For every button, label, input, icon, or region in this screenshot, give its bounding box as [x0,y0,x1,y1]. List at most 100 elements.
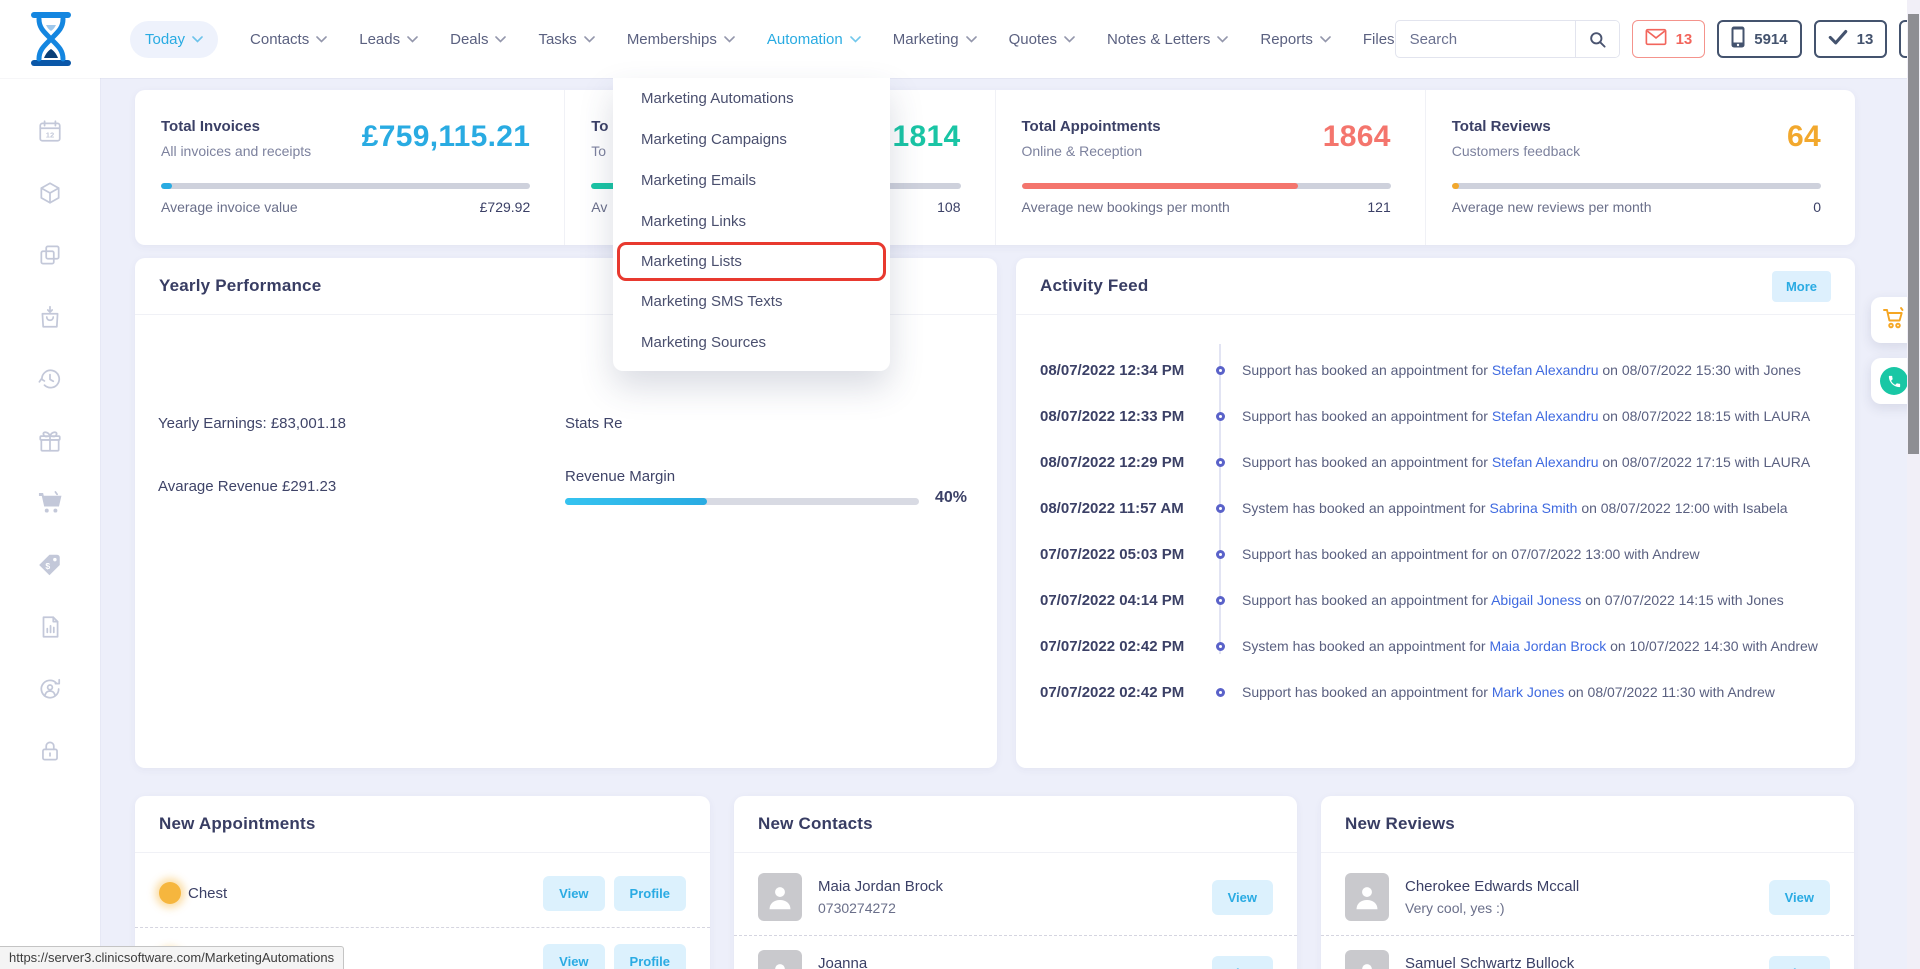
nav-item-automation[interactable]: Automation [767,31,861,48]
feed-contact-link[interactable]: Abigail Joness [1491,592,1581,608]
person-name: Joanna [818,955,911,969]
package-icon[interactable] [37,180,63,206]
feed-contact-link[interactable]: Sabrina Smith [1489,500,1577,516]
appointment-label: Chest [188,885,227,902]
search-icon[interactable] [1575,21,1619,57]
status-bar-url: https://server3.clinicsoftware.com/Marke… [0,946,344,969]
new-contacts-title: New Contacts [758,814,873,834]
view-button[interactable]: View [1212,956,1273,969]
bag-icon[interactable] [37,304,63,330]
nav-item-reports[interactable]: Reports [1260,31,1331,48]
dropdown-item-marketing-sources[interactable]: Marketing Sources [613,322,890,363]
dropdown-item-marketing-links[interactable]: Marketing Links [613,201,890,242]
feed-entry: 08/07/2022 11:57 AMSystem has booked an … [1016,485,1855,531]
feed-timestamp: 08/07/2022 11:57 AM [1040,500,1198,517]
nav-item-notes-letters[interactable]: Notes & Letters [1107,31,1228,48]
view-button[interactable]: View [1212,880,1273,915]
profile-button[interactable]: Profile [614,944,686,969]
report-icon[interactable] [37,614,63,640]
feed-contact-link[interactable]: Maia Jordan Brock [1489,638,1606,654]
cart-icon [1881,306,1907,335]
tag-icon[interactable]: $ [37,552,63,578]
nav-label: Files [1363,31,1395,48]
copy-icon[interactable] [37,242,63,268]
stat-progress-fill [1452,183,1459,189]
calendar-icon[interactable]: 12 [37,118,63,144]
dropdown-item-marketing-lists[interactable]: Marketing Lists [617,242,886,281]
new-appointments-card: New Appointments ChestViewProfileBotox 1… [135,796,710,969]
feed-timestamp: 08/07/2022 12:33 PM [1040,408,1198,425]
person-name: Maia Jordan Brock [818,878,943,895]
dropdown-item-marketing-sms-texts[interactable]: Marketing SMS Texts [613,281,890,322]
stat-progress-fill [161,183,172,189]
phone-badge[interactable]: 5914 [1717,20,1801,58]
mobile-phone-icon [1731,26,1745,52]
nav-item-marketing[interactable]: Marketing [893,31,977,48]
app-logo-hourglass-icon[interactable] [28,11,74,67]
dropdown-item-marketing-automations[interactable]: Marketing Automations [613,78,890,119]
lock-icon[interactable] [37,738,63,764]
revenue-margin-label: Revenue Margin [565,468,675,485]
avatar [1345,873,1389,921]
new-contacts-card: New Contacts Maia Jordan Brock0730274272… [734,796,1297,969]
svg-text:$: $ [45,561,50,571]
stat-subtitle: To [591,143,608,159]
more-button[interactable]: More [1772,271,1831,302]
new-reviews-title: New Reviews [1345,814,1455,834]
feed-contact-link[interactable]: Stefan Alexandru [1492,408,1599,424]
feed-text: Support has booked an appointment for on… [1242,546,1837,562]
mail-count: 13 [1676,31,1693,48]
stat-footer: Average invoice value£729.92 [161,199,530,215]
view-button[interactable]: View [543,944,604,969]
chevron-down-icon [192,36,203,43]
chevron-down-icon [850,36,861,43]
chevron-down-icon [316,36,327,43]
stat-card: Total InvoicesAll invoices and receipts£… [135,90,564,245]
scrollbar-thumb[interactable] [1908,14,1919,454]
search-input[interactable] [1396,31,1575,48]
yearly-earnings: Yearly Earnings: £83,001.18 [158,415,346,432]
stat-footer-label: Average invoice value [161,199,298,215]
history-icon[interactable] [37,366,63,392]
nav-item-files[interactable]: Files [1363,31,1395,48]
profile-button[interactable]: Profile [614,876,686,911]
appointment-row: Chest View Profile [135,859,710,927]
feed-marker-icon [1216,412,1225,421]
nav-label: Quotes [1009,31,1057,48]
view-button[interactable]: View [1769,956,1830,969]
cart-icon[interactable] [37,490,63,516]
gift-icon[interactable] [37,428,63,454]
nav-item-leads[interactable]: Leads [359,31,418,48]
avatar [758,873,802,921]
tasks-count: 13 [1857,31,1874,48]
feed-text: Support has booked an appointment for St… [1242,362,1837,378]
nav-item-deals[interactable]: Deals [450,31,506,48]
feed-text: Support has booked an appointment for Ab… [1242,592,1837,608]
feed-text: Support has booked an appointment for St… [1242,454,1837,470]
view-button[interactable]: View [543,876,604,911]
dropdown-item-marketing-emails[interactable]: Marketing Emails [613,160,890,201]
nav-item-tasks[interactable]: Tasks [538,31,594,48]
nav-item-today[interactable]: Today [130,21,218,58]
feed-marker-icon [1216,688,1225,697]
feed-contact-link[interactable]: Stefan Alexandru [1492,454,1599,470]
feed-contact-link[interactable]: Mark Jones [1492,684,1564,700]
tasks-badge[interactable]: 13 [1814,20,1888,58]
list-item: Cherokee Edwards MccallVery cool, yes :)… [1321,859,1854,935]
stat-value: 1864 [1323,120,1391,154]
topbar: Today Contacts Leads Deals Tasks Memberships A… [0,0,1920,78]
view-button[interactable]: View [1769,880,1830,915]
mail-badge[interactable]: 13 [1632,20,1706,58]
nav-item-quotes[interactable]: Quotes [1009,31,1075,48]
person-name: Cherokee Edwards Mccall [1405,878,1579,895]
nav-item-contacts[interactable]: Contacts [250,31,327,48]
account-icon[interactable] [37,676,63,702]
sidebar: 12 $ [0,78,100,969]
feed-contact-link[interactable]: Stefan Alexandru [1492,362,1599,378]
nav-item-memberships[interactable]: Memberships [627,31,735,48]
dropdown-item-marketing-campaigns[interactable]: Marketing Campaigns [613,119,890,160]
feed-timestamp: 08/07/2022 12:34 PM [1040,362,1198,379]
revenue-margin-bar [565,498,919,505]
main-content: Total InvoicesAll invoices and receipts£… [135,90,1855,969]
scrollbar-track[interactable] [1907,0,1920,969]
